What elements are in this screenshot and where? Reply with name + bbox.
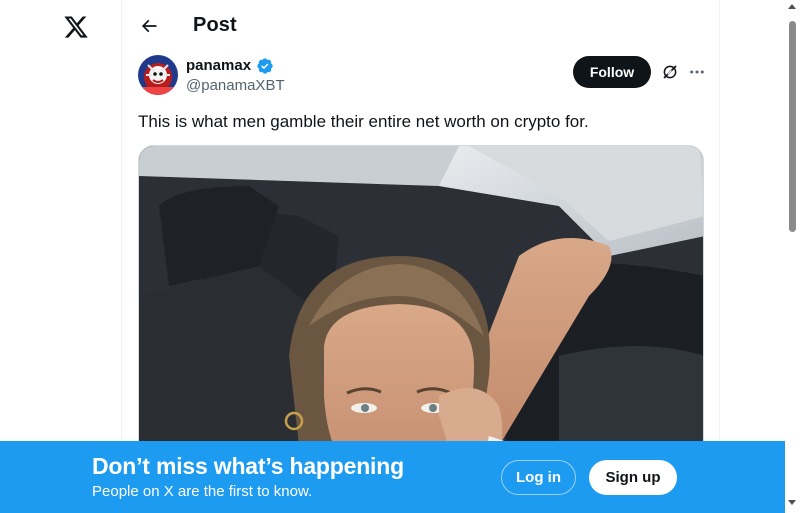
grok-icon [663, 65, 677, 79]
scrollbar[interactable] [785, 0, 800, 513]
avatar[interactable] [138, 55, 178, 95]
post-author-row: panamax @panamaXBT Follow [138, 54, 704, 98]
verified-badge-icon [257, 58, 273, 74]
author-name[interactable]: panamax [186, 57, 251, 74]
more-options-button[interactable] [685, 60, 709, 84]
page-header: Post [122, 0, 720, 53]
scroll-down-arrow-icon[interactable] [788, 500, 796, 505]
banner-title: Don’t miss what’s happening [92, 453, 404, 479]
arrow-left-icon [141, 19, 157, 33]
author-handle[interactable]: @panamaXBT [186, 77, 285, 94]
follow-button[interactable]: Follow [573, 56, 651, 88]
left-nav [0, 0, 121, 513]
grok-button[interactable] [658, 60, 682, 84]
scroll-up-arrow-icon[interactable] [788, 4, 796, 9]
signup-button[interactable]: Sign up [589, 460, 677, 495]
login-button[interactable]: Log in [501, 460, 576, 495]
x-logo-icon[interactable] [60, 11, 92, 43]
back-button[interactable] [134, 10, 164, 42]
more-icon [690, 70, 704, 74]
page: Post panamax @panamaXBT Follow This is w… [0, 0, 800, 513]
main-column: Post panamax @panamaXBT Follow This is w… [121, 0, 720, 513]
banner-subtitle: People on X are the first to know. [92, 483, 313, 500]
page-title: Post [193, 14, 237, 36]
signup-banner: Don’t miss what’s happening People on X … [0, 441, 785, 513]
scrollbar-thumb[interactable] [789, 21, 796, 232]
post-text: This is what men gamble their entire net… [138, 112, 589, 131]
